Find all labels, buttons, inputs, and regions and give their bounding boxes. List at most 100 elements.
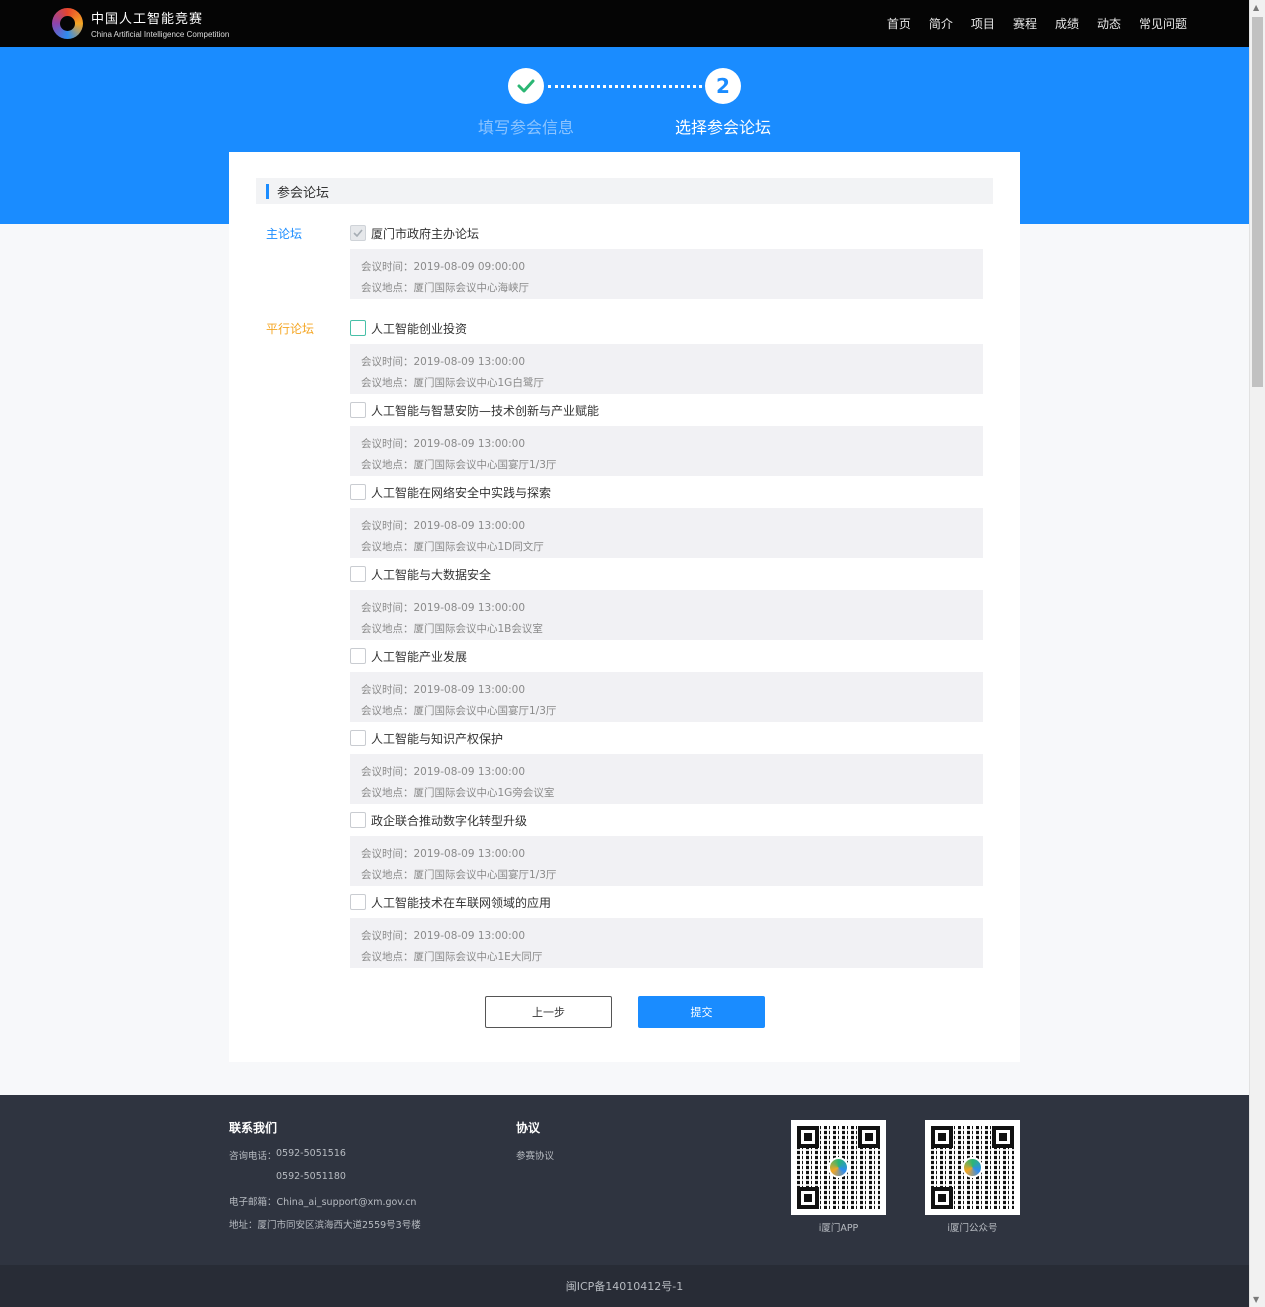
top-bar: 中国人工智能竞赛 China Artificial Intelligence C… (0, 0, 1249, 47)
forum-name[interactable]: 人工智能产业发展 (371, 648, 467, 665)
nav-item-news[interactable]: 动态 (1097, 15, 1121, 32)
parallel-forum-item: 人工智能产业发展 会议时间：2019-08-09 13:00:00 会议地点：厦… (350, 647, 983, 722)
forum-time: 会议时间：2019-08-09 13:00:00 (361, 438, 526, 450)
forum-name[interactable]: 人工智能与大数据安全 (371, 566, 491, 583)
forum-info: 会议时间：2019-08-09 13:00:00 会议地点：厦门国际会议中心国宴… (350, 426, 983, 476)
submit-button[interactable]: 提交 (638, 996, 765, 1028)
step-2: 2 选择参会论坛 (675, 68, 771, 138)
forum-info: 会议时间：2019-08-09 13:00:00 会议地点：厦门国际会议中心1E… (350, 918, 983, 968)
parallel-forum-item: 人工智能创业投资 会议时间：2019-08-09 13:00:00 会议地点：厦… (350, 319, 983, 394)
forum-time: 会议时间：2019-08-09 13:00:00 (361, 848, 526, 860)
nav-item-intro[interactable]: 简介 (929, 15, 953, 32)
logo-text: 中国人工智能竞赛 China Artificial Intelligence C… (91, 8, 229, 39)
parallel-forum-item: 人工智能与智慧安防—技术创新与产业赋能 会议时间：2019-08-09 13:0… (350, 401, 983, 476)
page-scrollbar[interactable]: ▲ ▼ (1249, 0, 1265, 1307)
forum-info: 会议时间：2019-08-09 13:00:00 会议地点：厦门国际会议中心国宴… (350, 672, 983, 722)
agreement-title: 协议 (516, 1121, 541, 1135)
forum-name[interactable]: 人工智能创业投资 (371, 320, 467, 337)
forum-name[interactable]: 人工智能技术在车联网领域的应用 (371, 894, 551, 911)
parallel-forum-checkbox[interactable] (350, 320, 366, 336)
forum-place: 会议地点：厦门国际会议中心1B会议室 (361, 623, 543, 635)
forum-place: 会议地点：厦门国际会议中心国宴厅1/3厅 (361, 869, 557, 881)
checkmark-icon (353, 229, 363, 237)
phone-number-1: 0592-5051516 (276, 1148, 346, 1159)
parallel-forum-item: 政企联合推动数字化转型升级 会议时间：2019-08-09 13:00:00 会… (350, 811, 983, 886)
forum-name[interactable]: 人工智能在网络安全中实践与探索 (371, 484, 551, 501)
contact-email: 电子邮箱：China_ai_support@xm.gov.cn (229, 1197, 417, 1208)
forum-place: 会议地点：厦门国际会议中心1G旁会议室 (361, 787, 555, 799)
previous-step-button[interactable]: 上一步 (485, 996, 612, 1028)
app-qr-code (791, 1120, 886, 1215)
step-1: 填写参会信息 (478, 68, 574, 138)
app-qr-caption: i厦门APP (818, 1223, 859, 1234)
page: 中国人工智能竞赛 China Artificial Intelligence C… (0, 0, 1249, 1307)
forum-info: 会议时间：2019-08-09 13:00:00 会议地点：厦门国际会议中心1G… (350, 344, 983, 394)
step-2-label: 选择参会论坛 (675, 118, 772, 137)
forum-time: 会议时间：2019-08-09 13:00:00 (361, 684, 526, 696)
logo-title-en: China Artificial Intelligence Competitio… (91, 30, 230, 39)
main-forum-checkbox[interactable] (350, 225, 366, 241)
forum-info: 会议时间：2019-08-09 13:00:00 会议地点：厦门国际会议中心1D… (350, 508, 983, 558)
forum-info: 会议时间：2019-08-09 13:00:00 会议地点：厦门国际会议中心1G… (350, 754, 983, 804)
forum-info: 会议时间：2019-08-09 13:00:00 会议地点：厦门国际会议中心国宴… (350, 836, 983, 886)
logo-title-cn: 中国人工智能竞赛 (91, 12, 204, 27)
forum-time: 会议时间：2019-08-09 13:00:00 (361, 520, 526, 532)
parallel-forum-item: 人工智能与大数据安全 会议时间：2019-08-09 13:00:00 会议地点… (350, 565, 983, 640)
parallel-forum-checkbox[interactable] (350, 812, 366, 828)
forum-time: 会议时间：2019-08-09 13:00:00 (361, 356, 526, 368)
section-title: 参会论坛 (277, 185, 330, 201)
forum-time: 会议时间：2019-08-09 13:00:00 (361, 602, 526, 614)
forum-info: 会议时间：2019-08-09 09:00:00 会议地点：厦门国际会议中心海峡… (350, 249, 983, 299)
logo-emblem-icon (52, 8, 83, 39)
parallel-forum-checkbox[interactable] (350, 894, 366, 910)
parallel-forum-checkbox[interactable] (350, 484, 366, 500)
wechat-qr-caption: i厦门公众号 (947, 1223, 998, 1234)
forum-name[interactable]: 厦门市政府主办论坛 (371, 225, 479, 242)
parallel-forum-checkbox[interactable] (350, 648, 366, 664)
nav-item-projects[interactable]: 项目 (971, 15, 995, 32)
scroll-down-icon[interactable]: ▼ (1253, 1295, 1259, 1304)
main-nav: 首页 简介 项目 赛程 成绩 动态 常见问题 (869, 0, 1187, 47)
forum-place: 会议地点：厦门国际会议中心1G白鹭厅 (361, 377, 544, 389)
phone-label: 咨询电话： (229, 1151, 277, 1162)
parallel-forum-item: 人工智能在网络安全中实践与探索 会议时间：2019-08-09 13:00:00… (350, 483, 983, 558)
contact-address: 地址：厦门市同安区滨海西大道2559号3号楼 (229, 1220, 421, 1231)
wechat-qr-code (925, 1120, 1020, 1215)
parallel-forum-checkbox[interactable] (350, 402, 366, 418)
forum-place: 会议地点：厦门国际会议中心国宴厅1/3厅 (361, 459, 557, 471)
nav-item-results[interactable]: 成绩 (1055, 15, 1079, 32)
forum-form-card: 参会论坛 主论坛 厦门市政府主办论坛 会议时间：2019-08-09 09:00… (229, 152, 1020, 1062)
forum-place: 会议地点：厦门国际会议中心国宴厅1/3厅 (361, 705, 557, 717)
forum-time: 会议时间：2019-08-09 13:00:00 (361, 766, 526, 778)
scroll-up-icon[interactable]: ▲ (1253, 3, 1259, 12)
parallel-forum-checkbox[interactable] (350, 730, 366, 746)
icp-number[interactable]: 闽ICP备14010412号-1 (566, 1278, 684, 1294)
parallel-forum-checkbox[interactable] (350, 566, 366, 582)
forum-place: 会议地点：厦门国际会议中心海峡厅 (361, 282, 529, 294)
contact-title: 联系我们 (229, 1121, 278, 1135)
scroll-thumb[interactable] (1252, 17, 1263, 387)
parallel-forum-label: 平行论坛 (266, 322, 315, 336)
main-forum-label: 主论坛 (266, 227, 303, 241)
forum-name[interactable]: 政企联合推动数字化转型升级 (371, 812, 527, 829)
step-1-label: 填写参会信息 (478, 118, 575, 137)
check-icon (508, 68, 544, 104)
nav-item-home[interactable]: 首页 (887, 15, 911, 32)
nav-item-faq[interactable]: 常见问题 (1139, 15, 1187, 32)
section-header: 参会论坛 (256, 178, 993, 204)
nav-item-schedule[interactable]: 赛程 (1013, 15, 1037, 32)
forum-place: 会议地点：厦门国际会议中心1E大同厅 (361, 951, 543, 963)
qr-logo-icon (962, 1157, 983, 1178)
forum-name[interactable]: 人工智能与智慧安防—技术创新与产业赋能 (371, 402, 599, 419)
forum-time: 会议时间：2019-08-09 13:00:00 (361, 930, 526, 942)
phone-number-2: 0592-5051180 (276, 1171, 346, 1182)
icp-bar: 闽ICP备14010412号-1 (0, 1265, 1249, 1307)
main-forum-item: 厦门市政府主办论坛 会议时间：2019-08-09 09:00:00 会议地点：… (350, 224, 983, 299)
site-logo[interactable]: 中国人工智能竞赛 China Artificial Intelligence C… (52, 8, 229, 39)
forum-info: 会议时间：2019-08-09 13:00:00 会议地点：厦门国际会议中心1B… (350, 590, 983, 640)
step-2-number: 2 (705, 68, 741, 104)
forum-name[interactable]: 人工智能与知识产权保护 (371, 730, 503, 747)
agreement-link[interactable]: 参赛协议 (516, 1148, 554, 1162)
forum-time: 会议时间：2019-08-09 09:00:00 (361, 261, 526, 273)
forum-place: 会议地点：厦门国际会议中心1D同文厅 (361, 541, 544, 553)
